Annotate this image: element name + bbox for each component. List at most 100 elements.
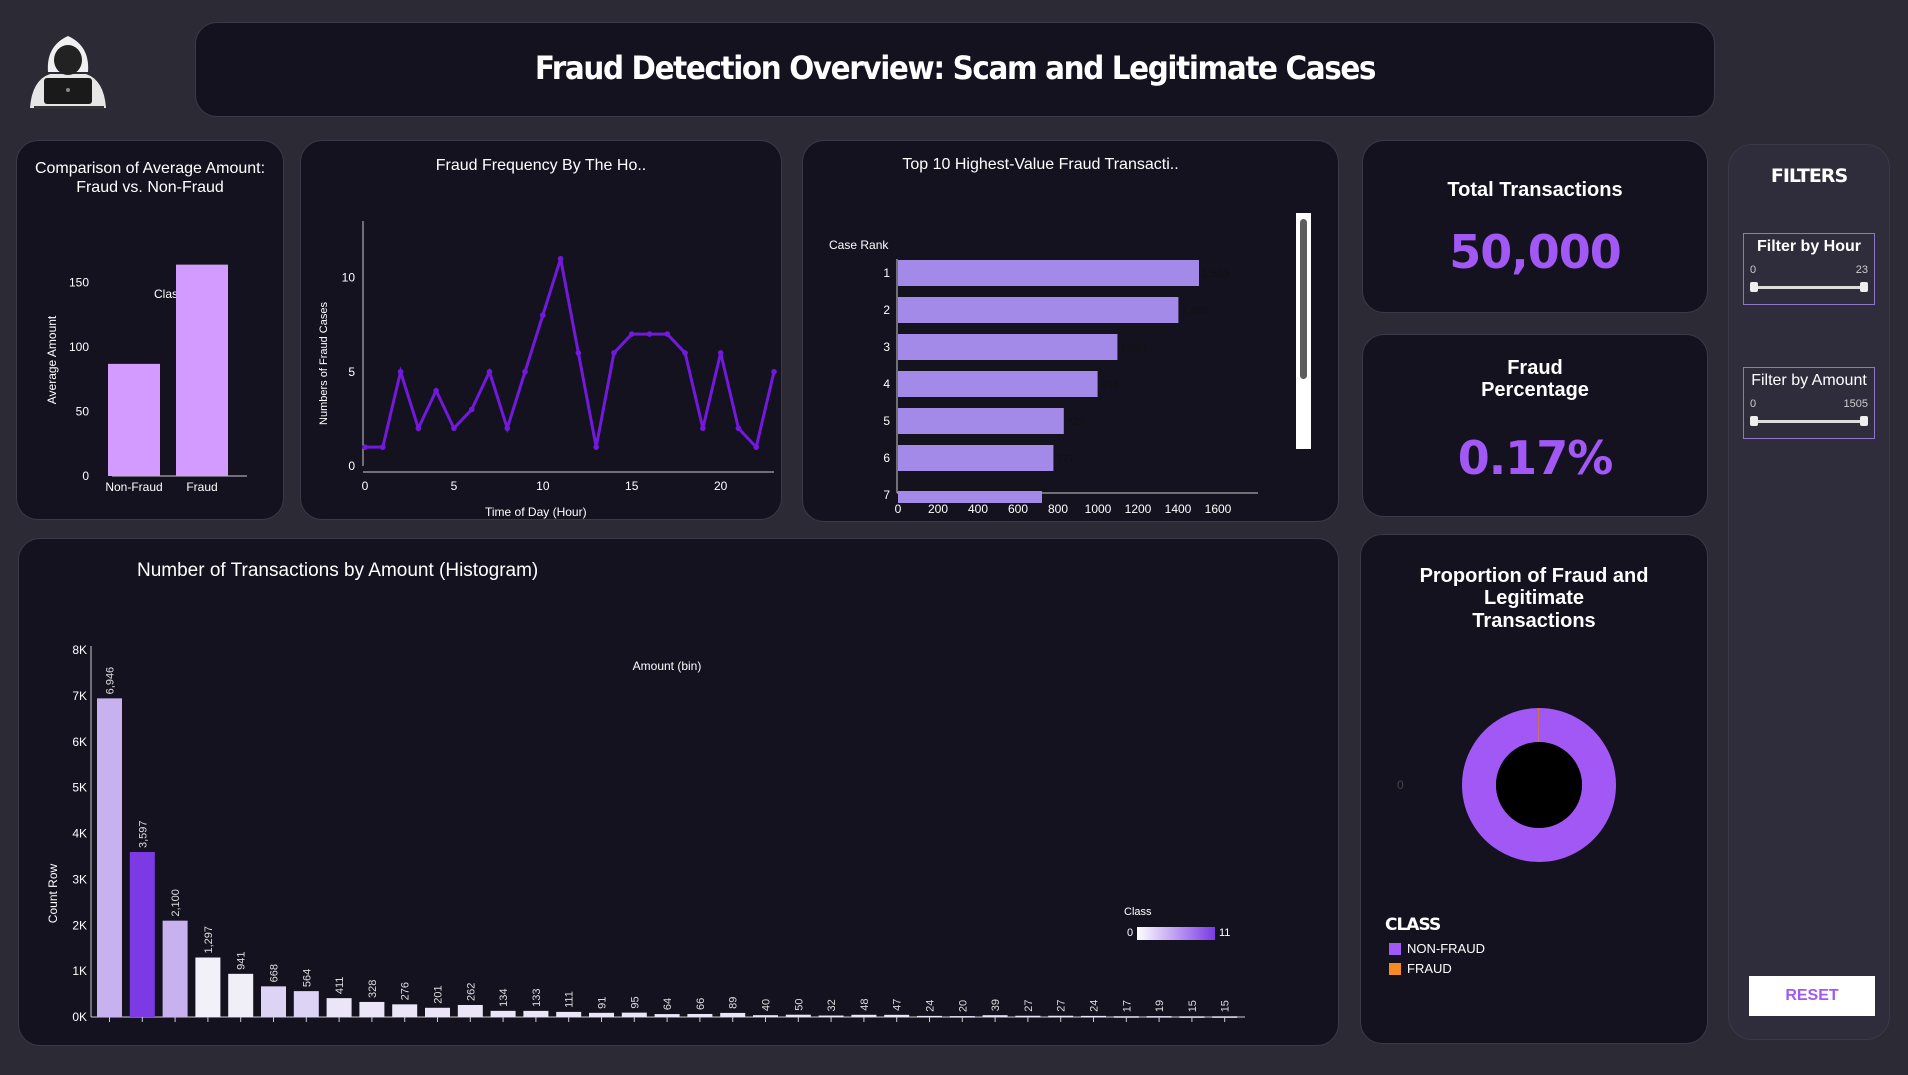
histogram-bar (621, 1012, 647, 1017)
histogram-bar (589, 1012, 614, 1017)
histogram-bar (884, 1014, 910, 1017)
reset-button[interactable]: RESET (1749, 976, 1875, 1016)
data-label: 27 (1056, 1000, 1068, 1012)
amount-max: 1505 (1843, 398, 1868, 410)
x-tick-label: Fraud (186, 480, 217, 494)
data-label: 64 (662, 998, 674, 1010)
histogram-bar (982, 1015, 1008, 1017)
legend-min: 0 (1127, 927, 1133, 939)
legend-max: 11 (1219, 927, 1230, 939)
donut-legend-title: CLASS (1385, 915, 1441, 935)
data-label: 89 (728, 997, 740, 1009)
frequency-title: Fraud Frequency By The Ho.. (435, 157, 647, 174)
x-tick-label: 600 (1008, 502, 1028, 516)
data-point (397, 368, 404, 375)
filters-panel: FILTERS Filter by Hour 0 23 Filter by Am… (1728, 144, 1890, 1040)
x-tick-label: Non-Fraud (105, 480, 162, 494)
y-tick-label: 100 (69, 340, 89, 354)
data-label: 201 (433, 985, 445, 1003)
histogram-bar (228, 973, 254, 1017)
x-axis-label: Time of Day (Hour) (485, 505, 587, 519)
legend-swatch-non-fraud (1389, 943, 1401, 955)
legend-item-fraud[interactable]: FRAUD (1389, 961, 1452, 976)
top10-title: Top 10 Highest-Value Fraud Transacti.. (902, 156, 1179, 173)
data-point (522, 368, 528, 375)
bar-rank-3 (898, 334, 1118, 360)
histogram-bar (720, 1012, 746, 1017)
y-axis-label: Count Row (46, 863, 60, 923)
data-point (593, 444, 599, 450)
amount-min: 0 (1750, 398, 1757, 410)
data-label: 27 (1023, 1000, 1035, 1012)
data-label: 15 (1187, 1000, 1199, 1012)
data-point (451, 425, 457, 432)
histogram-bar (785, 1014, 811, 1017)
amount-filter-label: Filter by Amount (1751, 372, 1867, 389)
y-tick-label: 4K (72, 827, 87, 841)
data-point (415, 425, 422, 432)
top10-scrollbar[interactable] (1296, 213, 1311, 449)
x-tick-label: 200 (928, 502, 948, 516)
y-tick-label: 2K (72, 918, 87, 932)
total-transactions-card: Total Transactions 50,000 (1362, 140, 1708, 313)
data-label: 134 (498, 988, 510, 1006)
y-tick-label: 1 (883, 266, 890, 280)
fraud-frequency-card: Fraud Frequency By The Ho.. 0 5 10 0 5 10 15 20… (300, 140, 782, 520)
y-tick-label: 7 (883, 488, 890, 502)
amount-slider-min-handle[interactable] (1750, 416, 1758, 426)
fraud-frequency-line (365, 258, 776, 451)
histogram-bar (753, 1015, 778, 1017)
data-label: 2,100 (170, 889, 182, 917)
data-label: 328 (367, 980, 379, 998)
fraud-percentage-value: 0.17% (1457, 431, 1614, 485)
y-tick-label: 0 (82, 469, 89, 483)
y-tick-label: 3K (72, 872, 87, 886)
bar-rank-2 (898, 297, 1179, 323)
total-transactions-label: Total Transactions (1447, 179, 1623, 201)
data-point (646, 331, 653, 337)
top10-card: Top 10 Highest-Value Fraud Transacti.. C… (802, 140, 1339, 522)
hour-filter-label: Filter by Hour (1756, 238, 1861, 255)
bar-fraud (176, 264, 228, 476)
y-tick-label: 5 (883, 414, 890, 428)
scrollbar-thumb[interactable] (1300, 219, 1307, 379)
donut-title-3: Transactions (1472, 610, 1596, 632)
hour-slider-min-handle[interactable] (1750, 282, 1758, 292)
top10-chart: Case Rank1 1,5052 1,4023 1,0974 9985 8296 7777… (829, 238, 1258, 516)
y-tick-label: 8K (72, 643, 87, 657)
hour-slider-max-handle[interactable] (1860, 282, 1868, 292)
data-point (771, 368, 777, 375)
data-label: 40 (761, 999, 773, 1011)
data-point (682, 350, 688, 356)
legend-label-fraud: FRAUD (1407, 961, 1452, 976)
y-tick-label: 1K (72, 964, 87, 978)
amount-slider-track[interactable] (1752, 420, 1866, 423)
hour-min: 0 (1750, 264, 1757, 276)
x-tick-label: 0 (362, 479, 369, 493)
histogram-bar (129, 851, 155, 1017)
data-point (611, 350, 617, 356)
histogram-bar (523, 1010, 549, 1017)
data-point (735, 425, 742, 432)
y-tick-label: 5 (348, 365, 355, 379)
y-axis-label: Average Amount (45, 315, 59, 404)
legend-item-non-fraud[interactable]: NON-FRAUD (1389, 941, 1485, 956)
x-tick-label: 10 (536, 479, 550, 493)
amount-slider-max-handle[interactable] (1860, 416, 1868, 426)
y-axis-label: Case Rank (829, 238, 889, 252)
data-point (486, 368, 493, 375)
y-tick-label: 6 (883, 451, 890, 465)
data-label: 262 (465, 983, 477, 1001)
data-label: 276 (400, 982, 412, 1000)
hour-slider-track[interactable] (1752, 286, 1866, 289)
data-point (753, 444, 760, 450)
histogram-bar (818, 1015, 844, 1018)
bar-rank-5 (898, 408, 1064, 434)
x-tick-label: 1200 (1125, 502, 1152, 516)
y-tick-label: 50 (76, 405, 90, 419)
histogram-chart: Amount (bin) 0K 1K 2K 3K 4K 5K 6K 7K 8K Count Row 6… (46, 643, 1245, 1024)
data-label: 829 (1067, 416, 1085, 428)
data-label: 1,402 (1181, 305, 1209, 317)
data-point (717, 350, 724, 356)
data-label: 17 (1121, 1000, 1133, 1012)
